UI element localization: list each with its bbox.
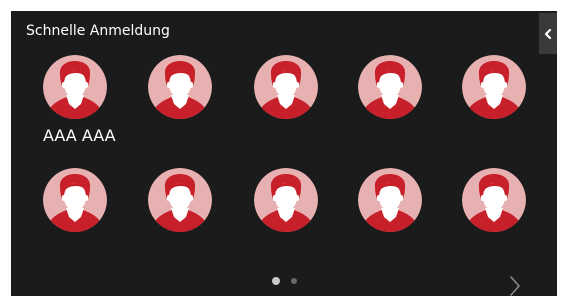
user-name-label: AAA AAA xyxy=(43,126,116,145)
user-avatar-icon xyxy=(462,55,526,119)
chevron-left-icon xyxy=(544,28,552,39)
pagination-indicator xyxy=(272,277,297,285)
page-dot[interactable] xyxy=(291,278,297,284)
user-avatar-button[interactable] xyxy=(254,168,318,232)
user-avatar-icon xyxy=(43,168,107,232)
user-avatar-button[interactable] xyxy=(148,168,212,232)
user-avatar-button[interactable] xyxy=(43,168,107,232)
user-avatar-button[interactable] xyxy=(43,55,107,119)
user-avatar-icon xyxy=(148,55,212,119)
user-avatar-button[interactable] xyxy=(358,55,422,119)
user-avatar-icon xyxy=(462,168,526,232)
side-panel-toggle-button[interactable] xyxy=(539,13,557,54)
quick-login-screen: Schnelle Anmeldung AAA AAA xyxy=(11,11,557,296)
user-avatar-button[interactable] xyxy=(462,168,526,232)
user-avatar-button[interactable] xyxy=(358,168,422,232)
user-avatar-icon xyxy=(358,168,422,232)
user-avatar-icon xyxy=(148,168,212,232)
user-avatar-button[interactable] xyxy=(148,55,212,119)
user-avatar-button[interactable] xyxy=(254,55,318,119)
user-avatar-icon xyxy=(43,55,107,119)
user-avatar-icon xyxy=(254,55,318,119)
next-page-button[interactable] xyxy=(506,275,524,296)
page-title: Schnelle Anmeldung xyxy=(26,23,170,39)
user-avatar-icon xyxy=(358,55,422,119)
chevron-right-icon xyxy=(510,276,520,296)
user-avatar-button[interactable] xyxy=(462,55,526,119)
page-dot-active[interactable] xyxy=(272,277,280,285)
user-avatar-icon xyxy=(254,168,318,232)
